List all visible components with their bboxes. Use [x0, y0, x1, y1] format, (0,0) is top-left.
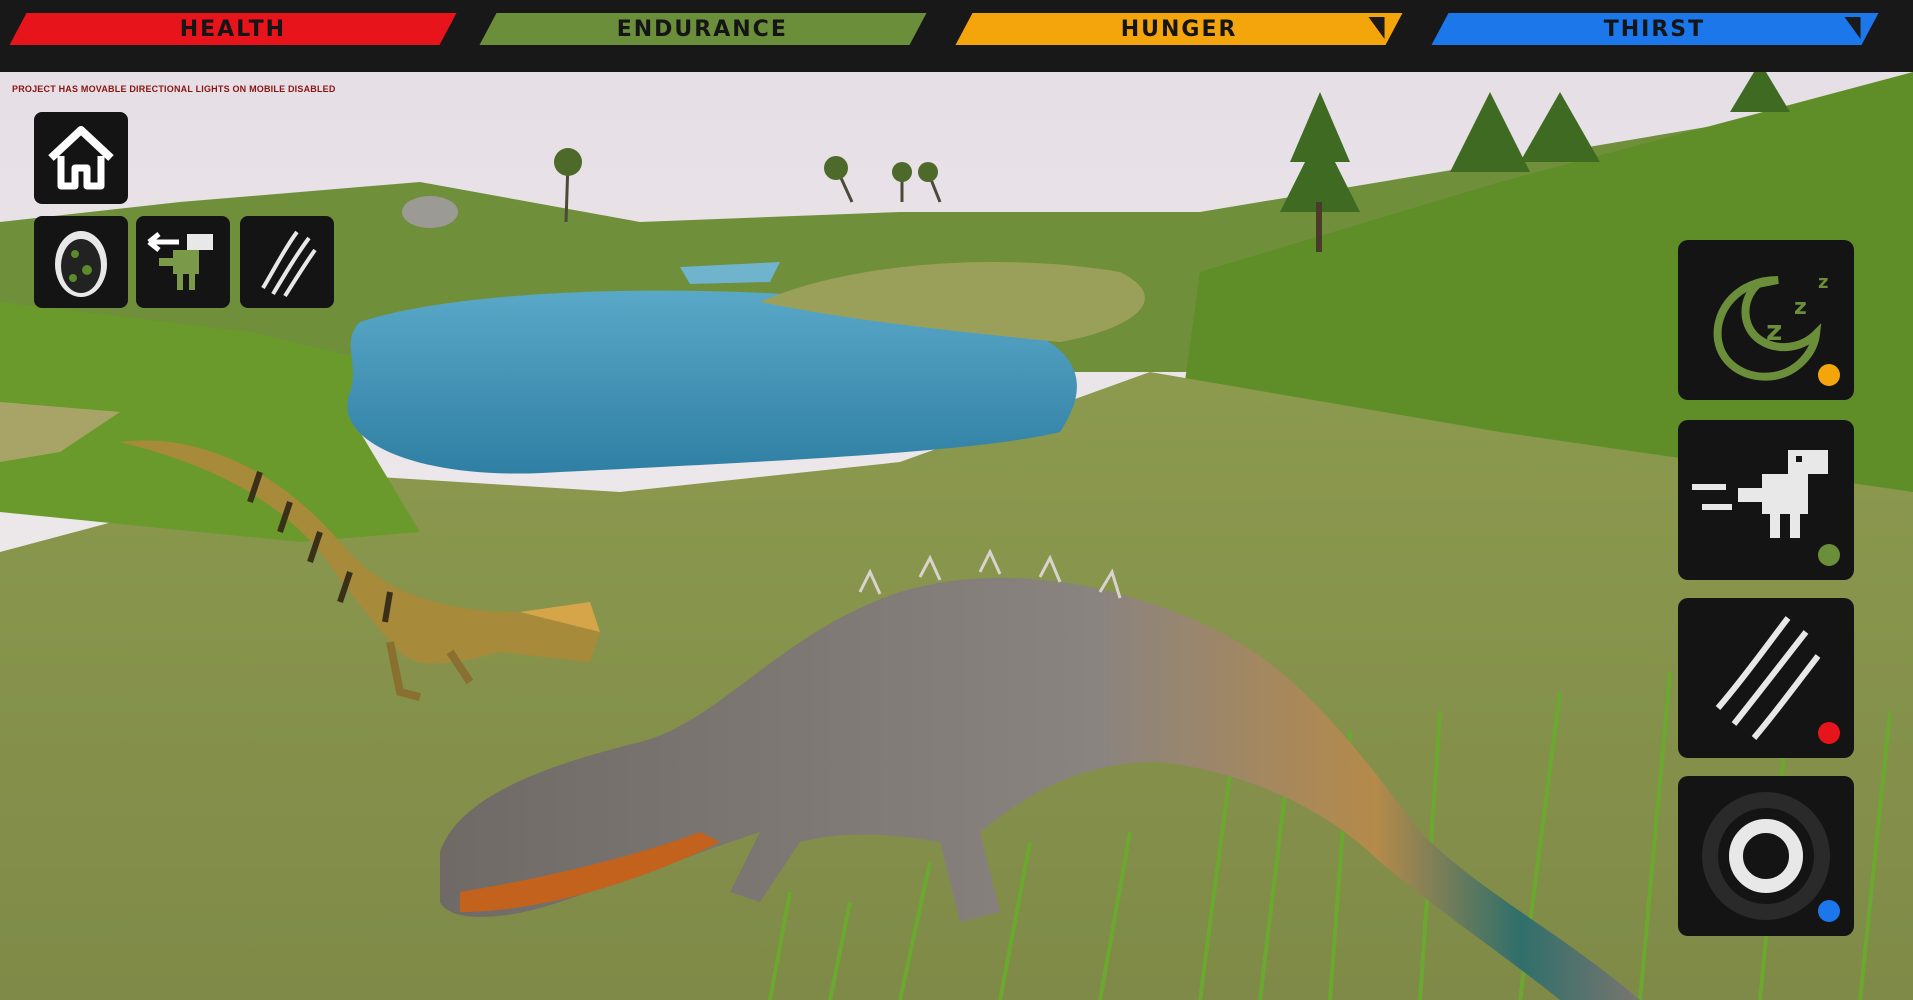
- thirst-bar: THIRST: [1431, 13, 1879, 45]
- stats-bar: HEALTH ENDURANCE HUNGER THIRST: [0, 0, 1913, 72]
- home-button[interactable]: [34, 112, 128, 204]
- debug-notice: PROJECT HAS MOVABLE DIRECTIONAL LIGHTS O…: [12, 84, 336, 94]
- egg-icon: [55, 231, 107, 297]
- claw-attack-button[interactable]: [1678, 598, 1854, 758]
- health-label: HEALTH: [179, 16, 287, 42]
- svg-text:z: z: [1818, 272, 1828, 293]
- svg-text:z: z: [1794, 295, 1807, 320]
- egg-button[interactable]: [34, 216, 128, 308]
- thirst-marker: [1844, 17, 1861, 39]
- health-bar: HEALTH: [9, 13, 457, 45]
- claw-attack-indicator: [1818, 722, 1840, 744]
- hunger-bar: HUNGER: [955, 13, 1403, 45]
- hunger-marker: [1368, 17, 1385, 39]
- claw-icon: [261, 230, 317, 298]
- hunger-label: HUNGER: [1120, 16, 1238, 42]
- sleep-button[interactable]: z z z: [1678, 240, 1854, 400]
- home-icon: [48, 126, 114, 190]
- game-screen: HEALTH ENDURANCE HUNGER THIRST PROJECT H…: [0, 0, 1913, 1000]
- svg-text:z: z: [1766, 314, 1782, 347]
- switch-dino-button[interactable]: [136, 216, 230, 308]
- thirst-label: THIRST: [1604, 16, 1706, 42]
- sprint-indicator: [1818, 544, 1840, 566]
- target-button[interactable]: [1678, 776, 1854, 936]
- sprint-button[interactable]: [1678, 420, 1854, 580]
- game-scene: [0, 72, 1913, 1000]
- endurance-bar: ENDURANCE: [479, 13, 927, 45]
- sleep-indicator: [1818, 364, 1840, 386]
- dino-switch-icon: [147, 232, 213, 290]
- target-indicator: [1818, 900, 1840, 922]
- attack-button[interactable]: [240, 216, 334, 308]
- endurance-label: ENDURANCE: [617, 16, 789, 42]
